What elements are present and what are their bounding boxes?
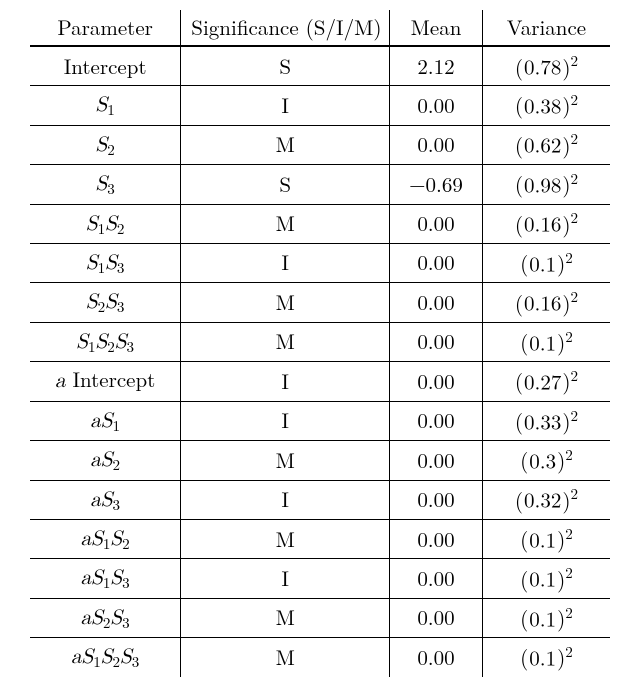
cell-parameter: aS1S2S3: [30, 638, 181, 677]
cell-mean: 0.00: [390, 322, 483, 361]
table-row: aS1S2 M 0.00 (0.1)2: [30, 520, 610, 559]
cell-variance: (0.27)2: [482, 362, 610, 401]
cell-mean: 0.00: [390, 559, 483, 598]
cell-parameter: a Intercept: [30, 362, 181, 401]
cell-significance: I: [181, 401, 390, 440]
cell-mean: 0.00: [390, 125, 483, 164]
table-row: S1 I 0.00 (0.38)2: [30, 86, 610, 125]
cell-parameter: S3: [30, 165, 181, 204]
table-row: S1S3 I 0.00 (0.1)2: [30, 243, 610, 282]
cell-parameter: S2: [30, 125, 181, 164]
cell-significance: M: [181, 322, 390, 361]
cell-significance: S: [181, 165, 390, 204]
cell-variance: (0.32)2: [482, 480, 610, 519]
cell-variance: (0.98)2: [482, 165, 610, 204]
cell-significance: M: [181, 283, 390, 322]
table-row: aS3 I 0.00 (0.32)2: [30, 480, 610, 519]
cell-significance: M: [181, 125, 390, 164]
table-row: aS1S3 I 0.00 (0.1)2: [30, 559, 610, 598]
cell-significance: M: [181, 638, 390, 677]
cell-mean: 0.00: [390, 520, 483, 559]
table-row: S2 M 0.00 (0.62)2: [30, 125, 610, 164]
cell-significance: I: [181, 243, 390, 282]
cell-significance: I: [181, 559, 390, 598]
cell-significance: I: [181, 480, 390, 519]
cell-variance: (0.16)2: [482, 204, 610, 243]
cell-mean: 0.00: [390, 243, 483, 282]
cell-mean: 0.00: [390, 362, 483, 401]
cell-parameter: aS2: [30, 441, 181, 480]
cell-variance: (0.1)2: [482, 559, 610, 598]
cell-variance: (0.1)2: [482, 520, 610, 559]
table-header-row: Parameter Significance (S/I/M) Mean Vari…: [30, 10, 610, 46]
cell-mean: 0.69: [390, 165, 483, 204]
col-parameter: Parameter: [30, 10, 181, 46]
table-row: aS1 I 0.00 (0.33)2: [30, 401, 610, 440]
table-row: S1S2 M 0.00 (0.16)2: [30, 204, 610, 243]
cell-mean: 0.00: [390, 638, 483, 677]
cell-mean: 2.12: [390, 47, 483, 86]
cell-mean: 0.00: [390, 86, 483, 125]
cell-mean: 0.00: [390, 598, 483, 637]
table-row: aS2S3 M 0.00 (0.1)2: [30, 598, 610, 637]
cell-variance: (0.33)2: [482, 401, 610, 440]
cell-parameter: S1S2S3: [30, 322, 181, 361]
cell-significance: I: [181, 86, 390, 125]
cell-variance: (0.1)2: [482, 638, 610, 677]
cell-significance: M: [181, 598, 390, 637]
col-significance: Significance (S/I/M): [181, 10, 390, 46]
col-mean: Mean: [390, 10, 483, 46]
cell-parameter: S1S2: [30, 204, 181, 243]
cell-variance: (0.16)2: [482, 283, 610, 322]
cell-mean: 0.00: [390, 441, 483, 480]
table-row: S3 S 0.69 (0.98)2: [30, 165, 610, 204]
cell-variance: (0.38)2: [482, 86, 610, 125]
cell-parameter: aS1S3: [30, 559, 181, 598]
table-row: aS2 M 0.00 (0.3)2: [30, 441, 610, 480]
cell-significance: M: [181, 520, 390, 559]
cell-variance: (0.62)2: [482, 125, 610, 164]
cell-parameter: S1S3: [30, 243, 181, 282]
cell-variance: (0.78)2: [482, 47, 610, 86]
parameter-table: Parameter Significance (S/I/M) Mean Vari…: [30, 10, 610, 677]
cell-parameter: aS1: [30, 401, 181, 440]
cell-variance: (0.1)2: [482, 322, 610, 361]
cell-significance: M: [181, 204, 390, 243]
table-row: S2S3 M 0.00 (0.16)2: [30, 283, 610, 322]
cell-significance: M: [181, 441, 390, 480]
cell-mean: 0.00: [390, 480, 483, 519]
cell-parameter: aS1S2: [30, 520, 181, 559]
cell-parameter: S2S3: [30, 283, 181, 322]
cell-parameter: S1: [30, 86, 181, 125]
cell-mean: 0.00: [390, 283, 483, 322]
col-variance: Variance: [482, 10, 610, 46]
cell-variance: (0.1)2: [482, 598, 610, 637]
table-row: Intercept S 2.12 (0.78)2: [30, 47, 610, 86]
cell-parameter: aS3: [30, 480, 181, 519]
cell-variance: (0.1)2: [482, 243, 610, 282]
table-row: a Intercept I 0.00 (0.27)2: [30, 362, 610, 401]
cell-mean: 0.00: [390, 204, 483, 243]
cell-parameter: Intercept: [30, 47, 181, 86]
table-row: aS1S2S3 M 0.00 (0.1)2: [30, 638, 610, 677]
cell-significance: S: [181, 47, 390, 86]
cell-mean: 0.00: [390, 401, 483, 440]
cell-variance: (0.3)2: [482, 441, 610, 480]
cell-parameter: aS2S3: [30, 598, 181, 637]
table-row: S1S2S3 M 0.00 (0.1)2: [30, 322, 610, 361]
cell-significance: I: [181, 362, 390, 401]
